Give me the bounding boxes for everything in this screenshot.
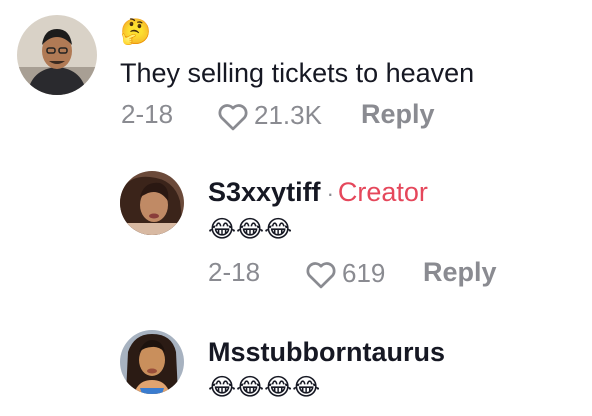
username[interactable]: Msstubborntaurus (208, 337, 445, 367)
username[interactable]: S3xxytiff (208, 177, 321, 208)
like-count: 619 (342, 258, 386, 288)
comment-header: Msstubborntaurus (208, 337, 445, 368)
comment-date: 2-18 (208, 257, 261, 287)
heart-outline-icon (216, 101, 250, 131)
comment-text: They selling tickets to heaven (120, 58, 475, 88)
reply-button[interactable]: Reply (361, 99, 435, 130)
avatar[interactable] (120, 171, 184, 235)
like-count: 21.3K (254, 100, 322, 130)
comment-header: S3xxytiff · Creator (208, 177, 428, 208)
comment-text-emoji: 😂😂😂 (208, 215, 293, 243)
like-button[interactable]: 619 (304, 258, 385, 289)
like-button[interactable]: 21.3K (216, 100, 322, 131)
comment-date: 2-18 (121, 99, 174, 129)
comment-text-emoji: 😂😂😂😂 (208, 373, 321, 401)
avatar[interactable] (120, 330, 184, 394)
creator-badge: Creator (337, 177, 428, 207)
avatar[interactable] (17, 15, 97, 95)
comment-text-emoji: 🤔 (120, 17, 152, 46)
heart-outline-icon (304, 259, 338, 289)
separator-dot: · (326, 181, 334, 206)
reply-button[interactable]: Reply (423, 257, 497, 288)
